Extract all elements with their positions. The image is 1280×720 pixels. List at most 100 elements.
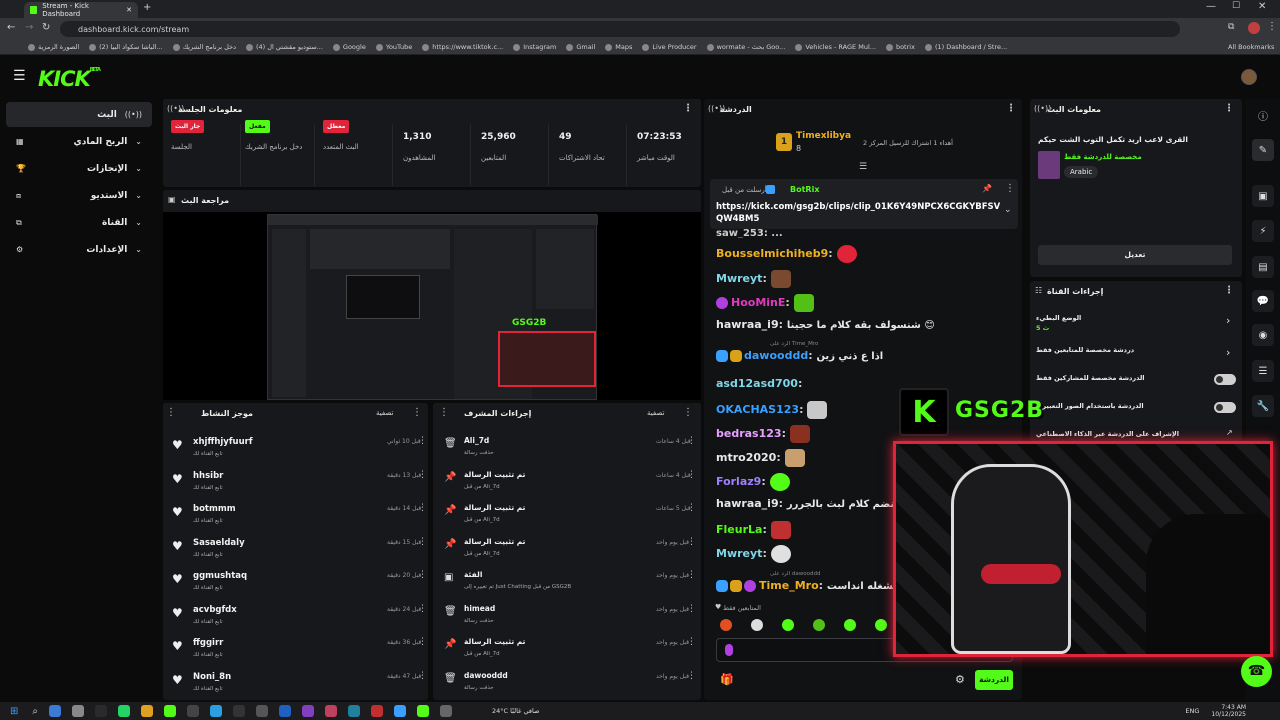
taskbar-app-icon[interactable] bbox=[348, 705, 360, 717]
chat-username[interactable]: HooMinE bbox=[731, 296, 785, 309]
rail-chat-icon[interactable]: 💬 bbox=[1252, 290, 1274, 312]
activity-item-menu-icon[interactable]: ⋮ bbox=[418, 503, 427, 513]
activity-filter-menu-icon[interactable]: ⋮ bbox=[412, 407, 422, 418]
activity-item[interactable]: ♥ hhsibr تابع القناة لك قبل 13 دقيقة ⋮ bbox=[168, 469, 427, 499]
channel-action-item[interactable]: الوضع البطيء 5 ث › bbox=[1036, 312, 1236, 336]
all-bookmarks-link[interactable]: All Bookmarks bbox=[1228, 43, 1274, 51]
chat-username[interactable]: FleurLa bbox=[716, 523, 762, 536]
rail-list-icon[interactable]: ☰ bbox=[1252, 360, 1274, 382]
mod-actions-filter-menu-icon[interactable]: ⋮ bbox=[683, 407, 693, 418]
activity-item[interactable]: ♥ ggmushtaq تابع القناة لك قبل 20 دقيقة ⋮ bbox=[168, 569, 427, 599]
chat-message[interactable]: hawraa_i9: شنسولف بقه كلام ما حجينا 😊 bbox=[716, 318, 1016, 331]
bookmark-item[interactable]: Vehicles - RAGE Mul... bbox=[795, 43, 876, 51]
bookmark-item[interactable]: Gmail bbox=[566, 43, 595, 51]
emote-shortcut-icon[interactable] bbox=[751, 619, 763, 631]
taskbar-app-icon[interactable] bbox=[72, 705, 84, 717]
nav-item-live[interactable]: البث ((•)) bbox=[6, 102, 152, 127]
reload-icon[interactable]: ↻ bbox=[42, 22, 50, 33]
pinned-menu-icon[interactable]: ⋮ bbox=[1005, 183, 1015, 194]
session-menu-icon[interactable]: ⋮ bbox=[683, 103, 693, 114]
chat-username[interactable]: OKACHAS123 bbox=[716, 403, 799, 416]
chat-username[interactable]: Mwreyt bbox=[716, 547, 762, 560]
emote-shortcut-icon[interactable] bbox=[813, 619, 825, 631]
mod-item-menu-icon[interactable]: ⋮ bbox=[687, 470, 696, 480]
chat-send-button[interactable]: الدردشة bbox=[975, 670, 1013, 690]
edit-stream-button[interactable]: تعديل bbox=[1038, 245, 1232, 265]
windows-start-icon[interactable]: ⊞ bbox=[10, 706, 18, 717]
mod-action-item[interactable]: 📌 تم تثبيت الرسالة من قبل Ali_7d قبل 5 ساعا… bbox=[440, 502, 696, 532]
profile-icon[interactable] bbox=[1248, 22, 1260, 34]
activity-item[interactable]: ♥ Sasaeldaly تابع القناة لك قبل 15 دقيقة ⋮ bbox=[168, 536, 427, 566]
nav-item-gear[interactable]: ⚙ الإعدادات ⌄ bbox=[6, 237, 152, 262]
external-link-icon[interactable]: ↗ bbox=[1226, 428, 1233, 437]
toggle-switch[interactable] bbox=[1214, 374, 1236, 385]
chat-username[interactable]: hawraa_i9 bbox=[716, 497, 779, 510]
nav-item-money[interactable]: ▦ الربح المادي ⌄ bbox=[6, 129, 152, 154]
channel-action-item[interactable]: الدردشة باستخدام الصور التعبيرية bbox=[1036, 400, 1236, 424]
mic-icon[interactable] bbox=[725, 644, 733, 656]
channel-actions-menu-icon[interactable]: ⋮ bbox=[1224, 285, 1234, 296]
mod-action-item[interactable]: 🗑 dawooddd حذفت رسالة قبل يوم واحد ⋮ bbox=[440, 670, 696, 700]
rail-lightning-icon[interactable]: ⚡ bbox=[1252, 220, 1274, 242]
rail-preview-icon[interactable]: ▣ bbox=[1252, 185, 1274, 207]
mod-item-menu-icon[interactable]: ⋮ bbox=[687, 503, 696, 513]
mod-action-item[interactable]: 📌 تم تثبيت الرسالة من قبل Ali_7d قبل 4 ساعا… bbox=[440, 469, 696, 499]
pinned-message[interactable]: 📌 ⋮ أرسلت من قبل BotRix https://kick.com… bbox=[710, 179, 1018, 229]
rail-edit-icon[interactable]: ✎ bbox=[1252, 139, 1274, 161]
taskbar-app-icon[interactable] bbox=[164, 705, 176, 717]
taskbar-app-icon[interactable] bbox=[279, 705, 291, 717]
taskbar-app-icon[interactable] bbox=[210, 705, 222, 717]
chat-message[interactable]: asd12asd700: bbox=[716, 377, 1016, 390]
chat-username[interactable]: mtro2020 bbox=[716, 451, 776, 464]
url-field[interactable]: dashboard.kick.com/stream bbox=[60, 21, 1180, 37]
forward-icon[interactable]: → bbox=[25, 22, 33, 33]
mod-action-item[interactable]: 📌 تم تثبيت الرسالة من قبل Ali_7d قبل يوم وا… bbox=[440, 536, 696, 566]
mod-item-menu-icon[interactable]: ⋮ bbox=[687, 671, 696, 681]
bookmark-item[interactable]: YouTube bbox=[375, 43, 412, 51]
language-indicator[interactable]: ENG bbox=[1185, 707, 1199, 715]
activity-item-menu-icon[interactable]: ⋮ bbox=[418, 604, 427, 614]
chat-username[interactable]: Mwreyt bbox=[716, 272, 762, 285]
kick-logo[interactable]: KICKBETA bbox=[38, 67, 101, 91]
mod-item-menu-icon[interactable]: ⋮ bbox=[687, 570, 696, 580]
mod-actions-filter-button[interactable]: تصفية bbox=[647, 409, 664, 417]
toggle-switch[interactable] bbox=[1214, 402, 1236, 413]
extensions-icon[interactable]: ⧉ bbox=[1228, 22, 1234, 32]
rail-tools-icon[interactable]: 🔧 bbox=[1252, 395, 1274, 417]
expand-pinned-icon[interactable]: ⌄ bbox=[1004, 205, 1012, 215]
channel-action-item[interactable]: دردشة مخصصة للمتابعين فقط › bbox=[1036, 344, 1236, 368]
mod-item-menu-icon[interactable]: ⋮ bbox=[687, 604, 696, 614]
nav-item-studio[interactable]: ⧈ الاستديو ⌄ bbox=[6, 183, 152, 208]
mod-action-item[interactable]: ▣ الفئة تم تغييره إلى Just Chatting من قبل… bbox=[440, 569, 696, 599]
mod-item-menu-icon[interactable]: ⋮ bbox=[687, 436, 696, 446]
nav-item-trophy[interactable]: 🏆 الإنجازات ⌄ bbox=[6, 156, 152, 181]
taskbar-app-icon[interactable] bbox=[141, 705, 153, 717]
activity-item[interactable]: ♥ Noni_8n تابع القناة لك قبل 47 دقيقة ⋮ bbox=[168, 670, 427, 700]
bookmark-item[interactable]: (1) Dashboard / Stre... bbox=[924, 43, 1007, 51]
taskbar-app-icon[interactable] bbox=[187, 705, 199, 717]
emote-shortcut-icon[interactable] bbox=[782, 619, 794, 631]
chat-username[interactable]: bedras123 bbox=[716, 427, 782, 440]
nav-item-channel[interactable]: ⧉ القناة ⌄ bbox=[6, 210, 152, 235]
mod-action-item[interactable]: 🗑 Ali_7d حذفت رسالة قبل 4 ساعات ⋮ bbox=[440, 435, 696, 465]
rail-broadcast-icon[interactable]: ◉ bbox=[1252, 324, 1274, 346]
bookmark-item[interactable]: Google bbox=[332, 43, 366, 51]
bookmark-item[interactable]: Instagram bbox=[513, 43, 556, 51]
browser-tab[interactable]: Stream - Kick Dashboard ✕ bbox=[24, 2, 138, 18]
taskbar-app-icon[interactable] bbox=[440, 705, 452, 717]
collapse-icon[interactable]: ☰ bbox=[859, 162, 867, 172]
mod-actions-menu-icon[interactable]: ⋮ bbox=[439, 407, 449, 418]
stream-info-menu-icon[interactable]: ⋮ bbox=[1224, 103, 1234, 114]
mod-item-menu-icon[interactable]: ⋮ bbox=[687, 637, 696, 647]
taskbar-app-icon[interactable] bbox=[417, 705, 429, 717]
activity-item[interactable]: ♥ acvbgfdx تابع القناة لك قبل 24 دقيقة ⋮ bbox=[168, 603, 427, 633]
chat-username[interactable]: Time_Mro bbox=[759, 579, 819, 592]
chat-message[interactable]: HooMinE: bbox=[716, 294, 1016, 312]
activity-item[interactable]: ♥ ffggirr تابع القناة لك قبل 36 دقيقة ⋮ bbox=[168, 636, 427, 666]
chat-menu-icon[interactable]: ⋮ bbox=[1006, 103, 1016, 114]
maximize-icon[interactable]: ☐ bbox=[1232, 1, 1240, 11]
clock[interactable]: 7:43 AM 10/12/2025 bbox=[1211, 704, 1246, 718]
chat-message[interactable]: dawooddd: اذا ع ذني زين bbox=[716, 349, 1016, 362]
bookmark-item[interactable]: Live Producer bbox=[642, 43, 697, 51]
activity-item-menu-icon[interactable]: ⋮ bbox=[418, 671, 427, 681]
